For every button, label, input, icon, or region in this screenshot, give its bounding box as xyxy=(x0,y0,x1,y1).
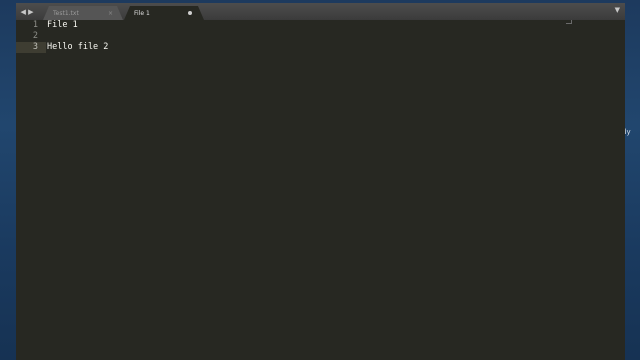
code-line[interactable]: File 1 xyxy=(47,20,78,31)
line-number: 2 xyxy=(32,31,38,41)
line-gutter: 1 2 3 xyxy=(16,20,42,360)
tab-label: File 1 xyxy=(134,9,150,17)
tab-dropdown-icon[interactable]: ▼ xyxy=(615,6,620,14)
tab-label: Test1.txt xyxy=(53,9,79,17)
code-line[interactable]: Hello file 2 xyxy=(47,42,108,53)
tab-bar: ◀ ▶ Test1.txt × File 1 ▼ xyxy=(16,3,625,20)
editor-area[interactable]: 1 2 3 File 1 Hello file 2 xyxy=(16,20,625,360)
tab-file1[interactable]: File 1 xyxy=(124,6,204,20)
editor-window: ◀ ▶ Test1.txt × File 1 ▼ 1 2 3 File 1 He… xyxy=(16,3,625,360)
tab-nav-arrows-icon[interactable]: ◀ ▶ xyxy=(19,5,35,18)
line-number: 3 xyxy=(32,42,38,52)
scroll-indicator-icon xyxy=(566,20,572,24)
close-icon[interactable]: × xyxy=(108,10,113,17)
unsaved-dot-icon[interactable] xyxy=(188,11,192,15)
line-number: 1 xyxy=(32,20,38,30)
tab-test1[interactable]: Test1.txt × xyxy=(43,6,123,20)
